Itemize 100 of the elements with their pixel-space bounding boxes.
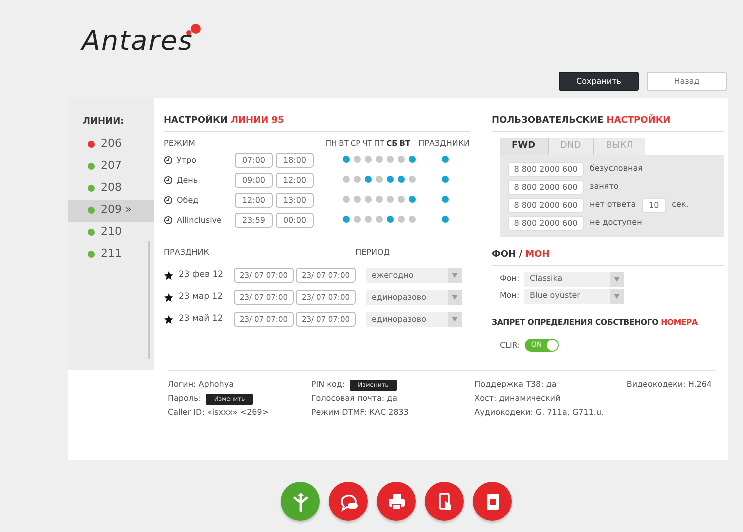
printer-icon[interactable]: [377, 482, 416, 521]
star-icon: [164, 314, 174, 324]
day-toggle[interactable]: [343, 216, 350, 222]
select-value: единоразово: [372, 292, 427, 304]
day-toggle[interactable]: [376, 196, 383, 202]
day-toggle[interactable]: [398, 196, 405, 202]
line-number: 210: [101, 224, 122, 240]
period-select[interactable]: единоразово: [366, 290, 462, 305]
mode-name: Обед: [177, 194, 200, 206]
holiday-toggle[interactable]: [442, 216, 449, 222]
clock-icon: [164, 196, 173, 205]
day-toggle[interactable]: [365, 216, 372, 222]
day-toggle[interactable]: [343, 196, 350, 202]
day-toggle[interactable]: [376, 216, 383, 222]
time-field[interactable]: 09:00: [235, 173, 273, 188]
field-label: Мон:: [500, 290, 521, 302]
sidebar-title: ЛИНИИ:: [82, 116, 124, 129]
section-title: ФОН / МОН: [492, 249, 724, 266]
unit-label: сек.: [672, 199, 689, 211]
tab[interactable]: FWD: [500, 138, 548, 155]
day-toggle[interactable]: [365, 176, 372, 182]
phone-field[interactable]: 8 800 2000 600: [508, 162, 584, 176]
info-text: Видеокодеки: H.264: [626, 379, 712, 391]
day-toggle[interactable]: [387, 196, 394, 202]
select-value: единоразово: [372, 314, 427, 326]
day-toggle[interactable]: [398, 156, 405, 162]
select-value: Blue oyuster: [530, 290, 580, 302]
branch-icon[interactable]: [281, 482, 320, 521]
field-label: CLIR:: [500, 340, 520, 352]
phone-icon[interactable]: [425, 482, 464, 521]
clock-icon: [164, 176, 173, 185]
day-toggle[interactable]: [409, 156, 416, 162]
clock-icon: [164, 216, 173, 225]
period-select[interactable]: ежегодно: [366, 268, 462, 283]
column-label: ПЕРИОД: [356, 246, 390, 258]
address-book-icon[interactable]: [473, 482, 512, 521]
forward-label: не доступен: [590, 217, 642, 229]
day-toggle[interactable]: [365, 196, 372, 202]
line-item[interactable]: 211: [68, 244, 154, 266]
select-field[interactable]: Blue oyuster: [524, 288, 624, 304]
line-item[interactable]: 210: [68, 222, 154, 244]
holiday-date: 23 мар 12: [179, 291, 224, 304]
phone-field[interactable]: 8 800 2000 600: [508, 216, 584, 230]
day-toggle[interactable]: [409, 176, 416, 182]
day-toggle[interactable]: [354, 196, 361, 202]
day-toggle[interactable]: [409, 216, 416, 222]
day-toggle[interactable]: [343, 176, 350, 182]
line-number: 206: [101, 136, 122, 152]
day-toggle[interactable]: [376, 176, 383, 182]
phone-field[interactable]: 8 800 2000 600: [508, 180, 584, 194]
info-text: Хост: динамический: [474, 393, 561, 405]
day-toggle[interactable]: [354, 216, 361, 222]
mode-name: Утро: [177, 154, 198, 166]
time-field[interactable]: 23:59: [235, 213, 273, 228]
chat-icon[interactable]: [329, 482, 368, 521]
save-button[interactable]: Сохранить: [559, 72, 639, 91]
time-field[interactable]: 13:00: [276, 193, 314, 208]
line-item[interactable]: 206: [68, 134, 154, 156]
day-toggle[interactable]: [398, 216, 405, 222]
select-field[interactable]: Classika: [524, 272, 624, 286]
day-toggle[interactable]: [354, 156, 361, 162]
time-field[interactable]: 12:00: [276, 173, 314, 188]
column-label: ПРАЗДНИК: [164, 246, 210, 258]
seconds-field[interactable]: 10: [642, 198, 666, 212]
line-item[interactable]: 208: [68, 178, 154, 200]
day-toggle[interactable]: [387, 176, 394, 182]
time-field[interactable]: 00:00: [276, 213, 314, 228]
day-toggle[interactable]: [398, 176, 405, 182]
day-toggle[interactable]: [365, 156, 372, 162]
mode-name: День: [177, 174, 200, 186]
logo: Antares: [82, 28, 194, 55]
line-number: 207: [101, 158, 122, 174]
line-number: 208: [101, 180, 122, 196]
holiday-toggle[interactable]: [442, 196, 449, 202]
star-icon: [164, 270, 174, 280]
select-value: ежегодно: [372, 270, 414, 282]
holiday-date: 23 май 12: [179, 313, 224, 326]
period-select[interactable]: единоразово: [366, 312, 462, 327]
day-toggle[interactable]: [354, 176, 361, 182]
holiday-toggle[interactable]: [442, 156, 449, 162]
select-value: Classika: [530, 273, 563, 285]
day-toggle[interactable]: [387, 216, 394, 222]
back-button[interactable]: Назад: [647, 72, 727, 91]
phone-field[interactable]: 8 800 2000 600: [508, 198, 584, 212]
day-toggle[interactable]: [376, 156, 383, 162]
time-field[interactable]: 07:00: [235, 153, 273, 168]
holiday-toggle[interactable]: [442, 176, 449, 182]
forward-label: нет ответа: [590, 199, 636, 211]
forward-label: занято: [590, 181, 619, 193]
time-field[interactable]: 12:00: [235, 193, 273, 208]
star-icon: [164, 292, 174, 302]
line-item[interactable]: 209 »: [68, 200, 154, 222]
line-item[interactable]: 207: [68, 156, 154, 178]
info-text: Логин: Aphohya: [168, 379, 234, 391]
section-title: НАСТРОЙКИ ЛИНИИ 95: [164, 115, 470, 132]
time-field[interactable]: 18:00: [276, 153, 314, 168]
day-toggle[interactable]: [343, 156, 350, 162]
day-toggle[interactable]: [409, 196, 416, 202]
day-toggle[interactable]: [387, 156, 394, 162]
info-label: PIN код:: [311, 379, 346, 391]
